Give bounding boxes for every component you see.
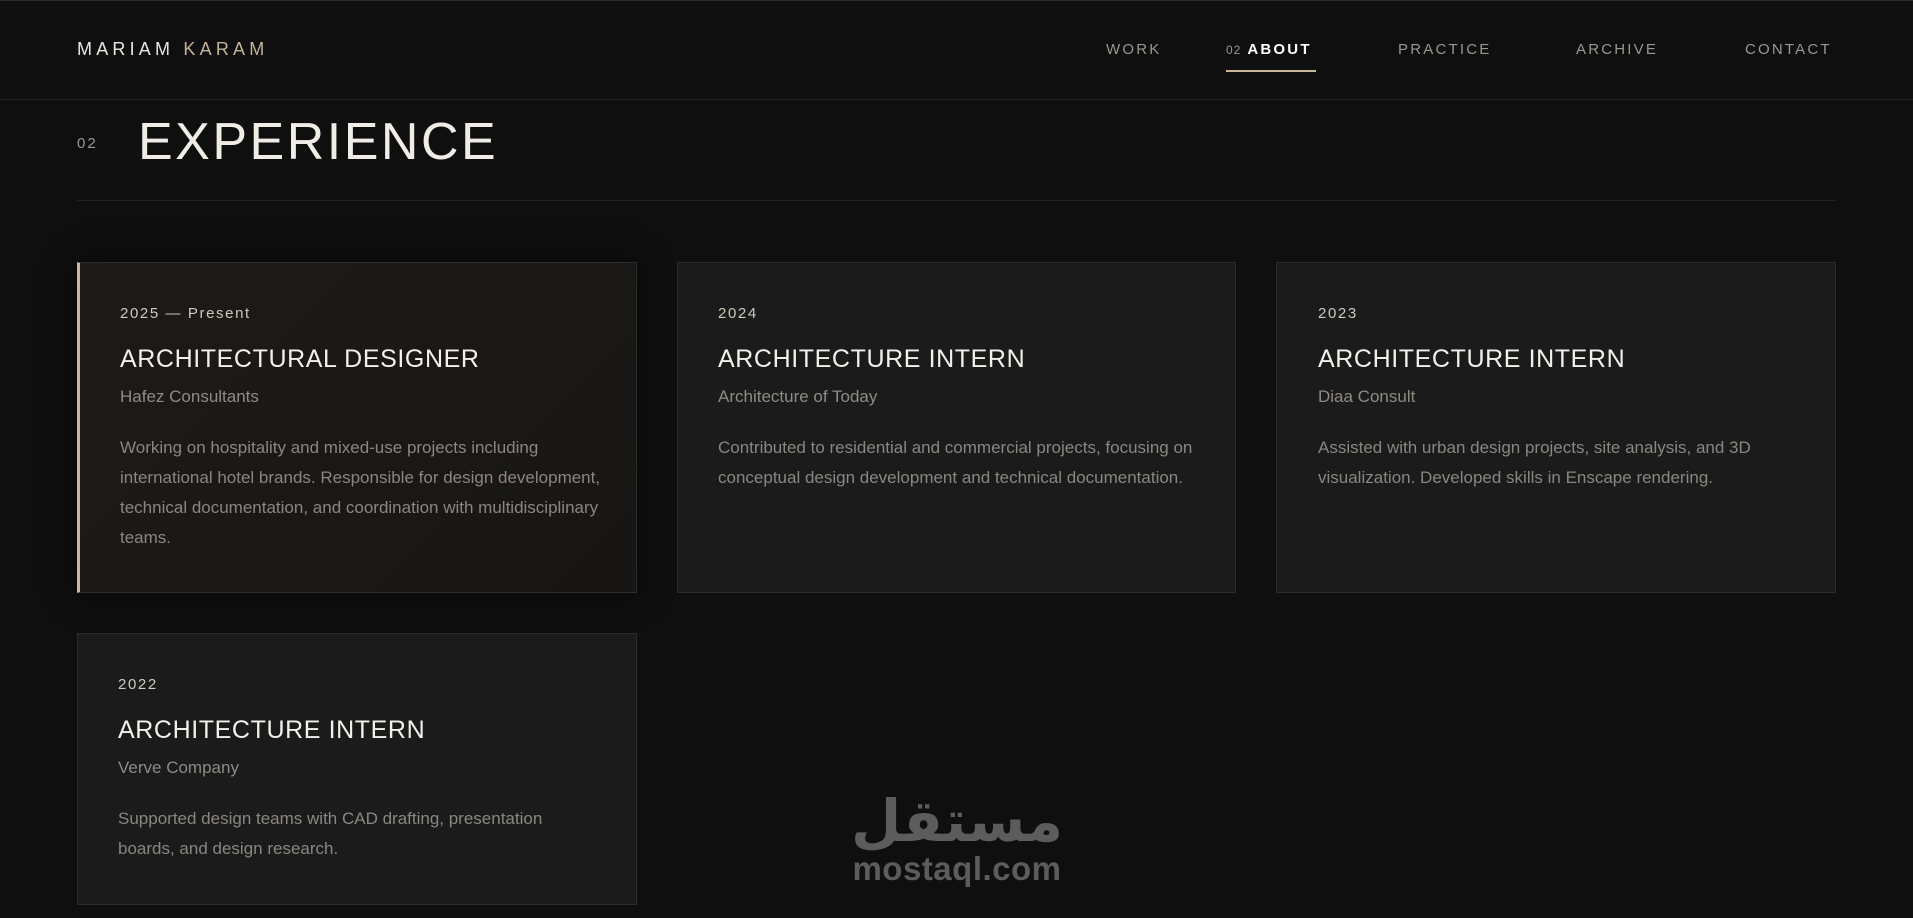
experience-date: 2022: [118, 676, 158, 693]
nav-item-number: 02: [1226, 43, 1242, 57]
experience-role: ARCHITECTURE INTERN: [118, 716, 426, 744]
experience-description: Working on hospitality and mixed-use pro…: [120, 438, 601, 547]
nav-item-label: ABOUT: [1247, 41, 1312, 58]
experience-card-architecture-of-today[interactable]: 2024 ARCHITECTURE INTERN Architecture of…: [677, 262, 1236, 593]
experience-date: 2024: [718, 305, 758, 322]
section-divider: [77, 200, 1836, 201]
brand-first-name: MARIAM: [77, 39, 175, 59]
nav-item-label: WORK: [1106, 41, 1162, 58]
mostaql-watermark: مستقل mostaql.com: [832, 790, 1082, 900]
experience-company: Verve Company: [118, 758, 239, 777]
nav-item-work[interactable]: WORK: [1106, 41, 1161, 58]
experience-role: ARCHITECTURE INTERN: [718, 345, 1026, 373]
experience-company: Architecture of Today: [718, 387, 878, 406]
page: MARIAM KARAM WORK 02 ABOUT PRACTICE ARCHI…: [0, 0, 1913, 918]
main-nav: WORK 02 ABOUT PRACTICE ARCHIVE CONTACT: [1106, 41, 1836, 72]
nav-item-practice[interactable]: PRACTICE: [1398, 41, 1491, 58]
experience-description: Supported design teams with CAD drafting…: [118, 809, 543, 858]
watermark-arabic: مستقل: [850, 787, 1064, 855]
experience-role: ARCHITECTURE INTERN: [1318, 345, 1626, 373]
experience-company: Hafez Consultants: [120, 387, 259, 406]
experience-description: Contributed to residential and commercia…: [718, 438, 1193, 487]
experience-card-hafez[interactable]: 2025 — Present ARCHITECTURAL DESIGNER Ha…: [77, 262, 637, 593]
section-title: EXPERIENCE: [138, 113, 499, 171]
experience-role: ARCHITECTURAL DESIGNER: [120, 345, 480, 373]
nav-item-contact[interactable]: CONTACT: [1745, 41, 1832, 58]
experience-card-diaa-consult[interactable]: 2023 ARCHITECTURE INTERN Diaa Consult As…: [1276, 262, 1836, 593]
watermark-latin: mostaql.com: [852, 850, 1062, 887]
nav-item-about[interactable]: 02 ABOUT: [1226, 41, 1312, 58]
experience-card-verve[interactable]: 2022 ARCHITECTURE INTERN Verve Company S…: [77, 633, 637, 905]
section-number: 02: [77, 135, 98, 152]
experience-description: Assisted with urban design projects, sit…: [1318, 438, 1751, 487]
brand-logo[interactable]: MARIAM KARAM: [77, 39, 268, 60]
site-header: MARIAM KARAM WORK 02 ABOUT PRACTICE ARCHI…: [0, 0, 1913, 100]
nav-item-label: PRACTICE: [1398, 41, 1492, 58]
brand-last-name: KARAM: [183, 39, 269, 59]
experience-company: Diaa Consult: [1318, 387, 1416, 406]
nav-item-label: ARCHIVE: [1576, 41, 1659, 58]
nav-active-underline: [1226, 70, 1316, 72]
nav-item-archive[interactable]: ARCHIVE: [1576, 41, 1658, 58]
experience-date: 2025 — Present: [120, 305, 251, 322]
nav-item-label: CONTACT: [1745, 41, 1832, 58]
experience-date: 2023: [1318, 305, 1358, 322]
